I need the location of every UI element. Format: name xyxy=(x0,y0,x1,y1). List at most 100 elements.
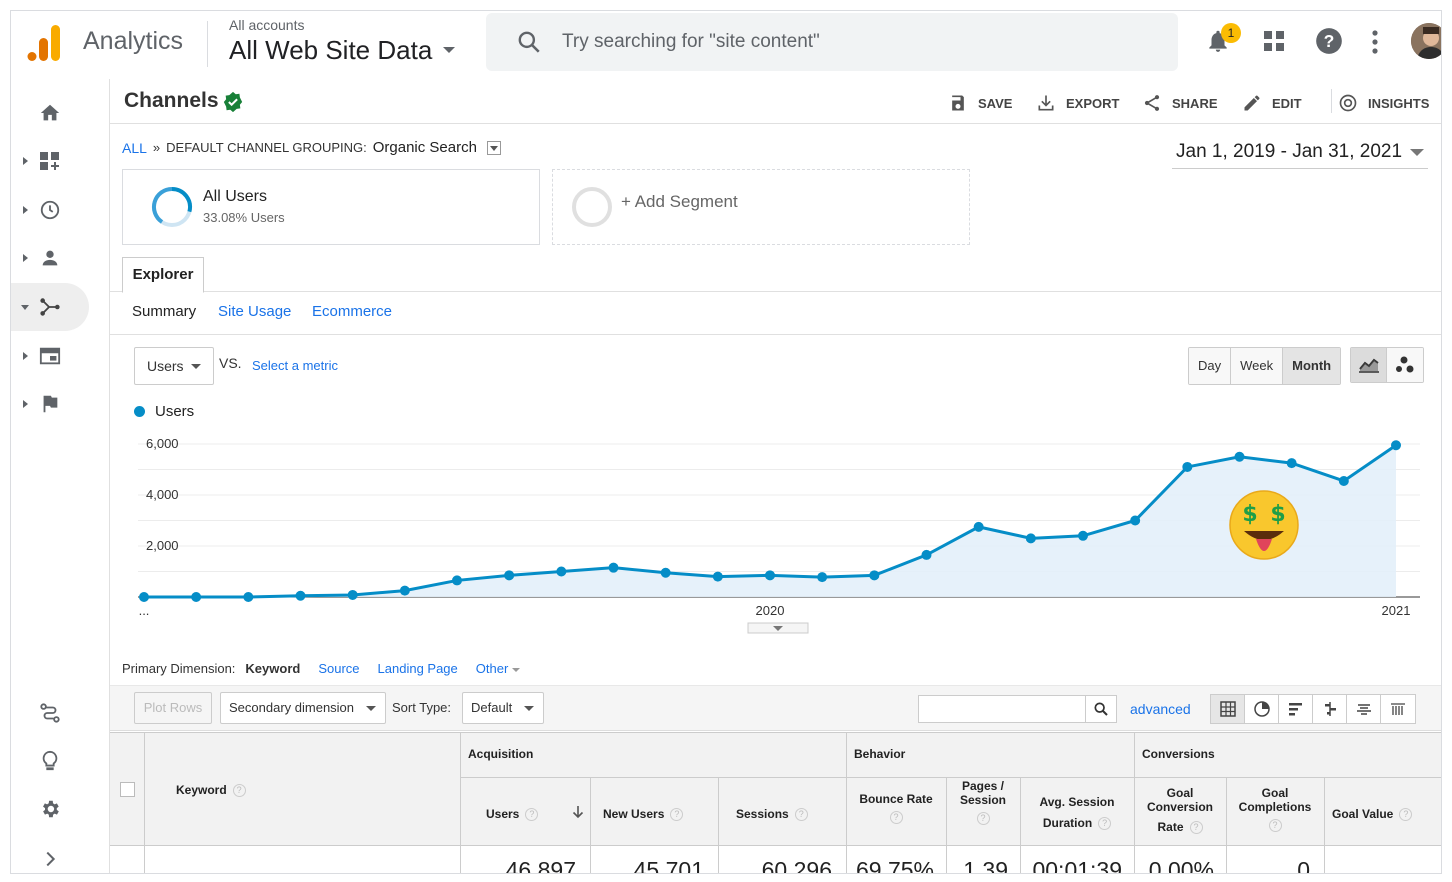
select-metric-link[interactable]: Select a metric xyxy=(252,358,338,373)
chevron-down-icon[interactable] xyxy=(443,47,455,53)
select-all-checkbox[interactable] xyxy=(120,782,135,797)
line-chart-button[interactable] xyxy=(1351,348,1387,382)
metric-dropdown[interactable]: Users xyxy=(134,347,214,385)
keyword-header[interactable]: Keyword? xyxy=(176,783,246,798)
table-search-button[interactable] xyxy=(1085,695,1117,723)
analytics-logo-icon[interactable] xyxy=(25,23,65,63)
comparison-view-button[interactable] xyxy=(1313,695,1347,723)
dimension-landing-page[interactable]: Landing Page xyxy=(378,661,458,676)
data-point xyxy=(660,567,671,578)
search-bar[interactable] xyxy=(486,13,1178,71)
apps-grid-icon[interactable] xyxy=(1263,30,1285,52)
sort-type-value: Default xyxy=(471,700,513,715)
users-header[interactable]: Users? xyxy=(486,807,539,822)
goal-value-header[interactable]: Goal Value? xyxy=(1332,807,1413,822)
help-icon[interactable]: ? xyxy=(1399,808,1413,822)
property-selector[interactable]: All Web Site Data xyxy=(229,35,432,66)
dimension-keyword[interactable]: Keyword xyxy=(245,661,300,676)
nav-admin[interactable] xyxy=(11,785,89,833)
help-icon[interactable]: ? xyxy=(232,784,246,798)
help-icon[interactable]: ? xyxy=(976,812,990,826)
search-input[interactable] xyxy=(562,13,1142,71)
chevron-down-icon xyxy=(366,706,377,712)
sort-desc-icon[interactable] xyxy=(572,805,584,819)
share-button[interactable]: SHARE xyxy=(1142,93,1218,113)
nav-behavior[interactable] xyxy=(11,332,89,380)
pie-icon xyxy=(1253,701,1270,717)
goal-completions-header[interactable]: Goal Completions? xyxy=(1226,786,1324,833)
account-label[interactable]: All accounts xyxy=(229,17,304,33)
data-point xyxy=(712,571,723,582)
avg-header-line2: Duration xyxy=(1042,816,1093,830)
plot-rows-button[interactable]: Plot Rows xyxy=(134,692,212,724)
date-range-value: Jan 1, 2019 - Jan 31, 2021 xyxy=(1176,141,1403,162)
data-point xyxy=(504,570,515,581)
conversions-group-header: Conversions xyxy=(1142,747,1215,761)
motion-chart-button[interactable] xyxy=(1387,348,1423,382)
performance-view-button[interactable] xyxy=(1279,695,1313,723)
avg-session-duration-header[interactable]: Avg. Session Duration? xyxy=(1020,792,1134,834)
nav-customization[interactable] xyxy=(11,137,89,185)
insights-button[interactable]: INSIGHTS xyxy=(1338,93,1429,113)
data-point xyxy=(1286,458,1297,469)
help-icon[interactable]: ? xyxy=(670,808,684,822)
nav-audience[interactable] xyxy=(11,234,89,282)
chevron-down-icon xyxy=(1410,149,1424,156)
nav-discover[interactable] xyxy=(11,737,89,785)
breadcrumb-dropdown[interactable] xyxy=(486,140,501,155)
export-button[interactable]: EXPORT xyxy=(1036,93,1119,113)
nav-expand[interactable] xyxy=(11,835,89,873)
help-icon[interactable]: ? xyxy=(1098,817,1112,831)
nav-home[interactable] xyxy=(11,89,89,137)
help-icon[interactable]: ? xyxy=(1268,819,1282,833)
new-users-header[interactable]: New Users? xyxy=(603,807,684,822)
tab-explorer[interactable]: Explorer xyxy=(122,257,204,293)
period-week[interactable]: Week xyxy=(1231,348,1284,384)
period-month[interactable]: Month xyxy=(1283,348,1341,384)
segment-all-users[interactable]: All Users 33.08% Users xyxy=(122,169,540,245)
table-search-input[interactable] xyxy=(918,695,1086,723)
legend-label: Users xyxy=(155,403,195,420)
nav-realtime[interactable] xyxy=(11,186,89,234)
pie-view-button[interactable] xyxy=(1245,695,1279,723)
term-cloud-view-button[interactable] xyxy=(1347,695,1381,723)
tab-site-usage[interactable]: Site Usage xyxy=(218,303,291,320)
secondary-dimension-dropdown[interactable]: Secondary dimension xyxy=(220,692,386,724)
bounce-rate-header-label: Bounce Rate xyxy=(859,792,933,806)
tab-summary[interactable]: Summary xyxy=(132,303,196,320)
dimension-other[interactable]: Other xyxy=(476,661,520,676)
sessions-header[interactable]: Sessions? xyxy=(736,807,808,822)
pages-session-header[interactable]: Pages / Session? xyxy=(946,779,1020,826)
help-icon[interactable]: ? xyxy=(889,811,903,825)
dimension-source[interactable]: Source xyxy=(318,661,359,676)
save-button[interactable]: SAVE xyxy=(948,93,1012,113)
advanced-filter-link[interactable]: advanced xyxy=(1130,701,1191,717)
help-icon[interactable]: ? xyxy=(1315,27,1343,55)
nav-conversions[interactable] xyxy=(11,380,89,428)
clock-icon xyxy=(40,200,60,220)
svg-text:$: $ xyxy=(1242,502,1257,527)
search-icon xyxy=(518,31,540,53)
x-tick-label: ... xyxy=(139,603,150,618)
more-vert-icon[interactable] xyxy=(1371,29,1379,55)
breadcrumb-all[interactable]: ALL xyxy=(122,140,147,156)
sort-type-dropdown[interactable]: Default xyxy=(462,692,544,724)
goal-conversion-rate-header[interactable]: Goal Conversion Rate? xyxy=(1134,786,1226,835)
nav-acquisition[interactable] xyxy=(11,283,89,331)
date-range-picker[interactable]: Jan 1, 2019 - Jan 31, 2021 xyxy=(1172,139,1428,169)
bounce-rate-header[interactable]: Bounce Rate? xyxy=(846,792,946,825)
period-day[interactable]: Day xyxy=(1189,348,1232,384)
table-view-button[interactable] xyxy=(1211,695,1245,723)
nav-attribution[interactable] xyxy=(11,689,89,737)
edit-button[interactable]: EDIT xyxy=(1242,93,1302,113)
tab-ecommerce[interactable]: Ecommerce xyxy=(312,303,392,320)
help-icon[interactable]: ? xyxy=(794,808,808,822)
add-segment-button[interactable]: + Add Segment xyxy=(552,169,970,245)
avatar[interactable] xyxy=(1411,23,1441,59)
chevron-right-icon xyxy=(23,157,28,165)
pivot-view-button[interactable] xyxy=(1381,695,1415,723)
data-point xyxy=(1338,475,1349,486)
help-icon[interactable]: ? xyxy=(1189,821,1203,835)
person-icon xyxy=(42,250,58,266)
help-icon[interactable]: ? xyxy=(525,808,539,822)
